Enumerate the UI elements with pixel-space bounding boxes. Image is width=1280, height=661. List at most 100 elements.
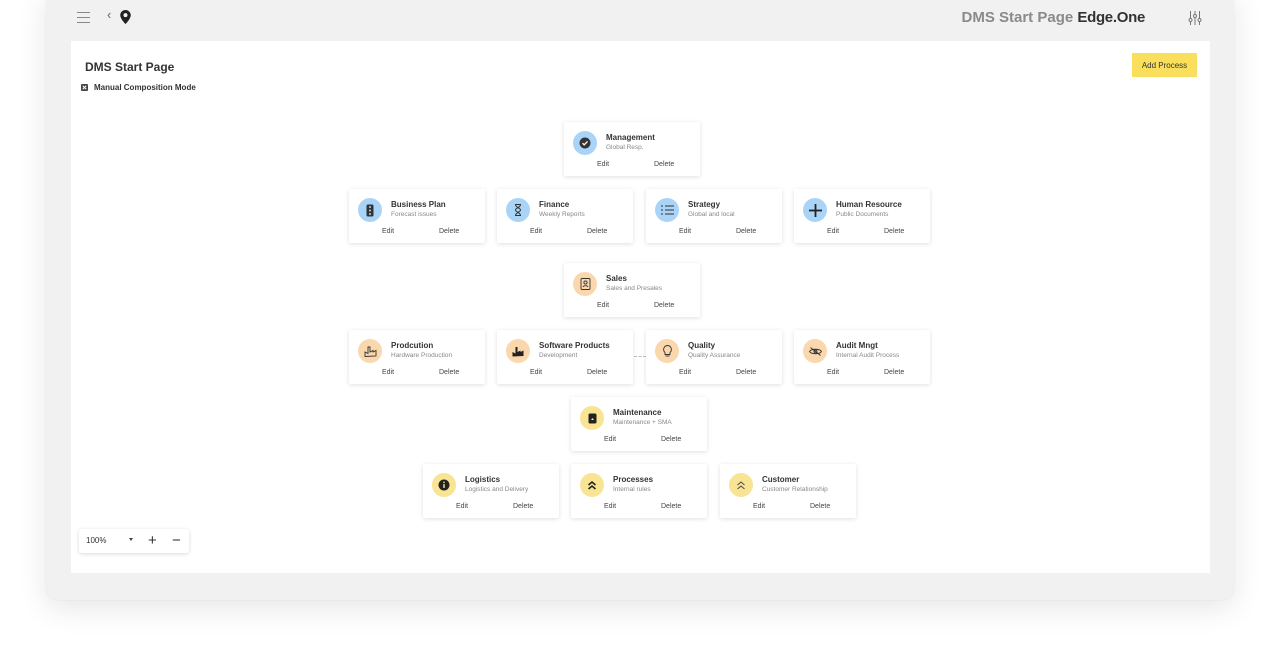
process-card-subtitle: Global Resp. — [606, 144, 644, 151]
eye-off-icon — [803, 339, 827, 363]
delete-link[interactable]: Delete — [513, 503, 533, 510]
delete-link[interactable]: Delete — [736, 228, 756, 235]
delete-link[interactable]: Delete — [884, 228, 904, 235]
delete-link[interactable]: Delete — [810, 503, 830, 510]
process-card[interactable]: Prodcution Hardware Production Edit Delete — [349, 330, 485, 384]
process-card[interactable]: Strategy Global and local Edit Delete — [646, 189, 782, 243]
edit-link[interactable]: Edit — [827, 228, 839, 235]
edit-link[interactable]: Edit — [597, 302, 609, 309]
delete-link[interactable]: Delete — [439, 369, 459, 376]
process-card-subtitle: Quality Assurance — [688, 352, 741, 359]
delete-link[interactable]: Delete — [439, 228, 459, 235]
contact-book-icon — [573, 272, 597, 296]
process-card-subtitle: Hardware Production — [391, 352, 453, 359]
process-card-subtitle: Logistics and Delivery — [465, 486, 529, 493]
traffic-light-icon — [358, 198, 382, 222]
process-card[interactable]: Software Products Development Edit Delete — [497, 330, 633, 384]
edit-link[interactable]: Edit — [679, 228, 691, 235]
manual-composition-checkbox[interactable] — [81, 84, 88, 91]
process-card[interactable]: Business Plan Forecast issues Edit Delete — [349, 189, 485, 243]
add-process-button[interactable]: Add Process — [1132, 53, 1197, 77]
delete-link[interactable]: Delete — [661, 503, 681, 510]
process-card-title: Human Resource — [836, 200, 902, 209]
process-card[interactable]: Logistics Logistics and Delivery Edit Delet… — [423, 464, 559, 518]
delete-link[interactable]: Delete — [736, 369, 756, 376]
zoom-dropdown-caret-icon[interactable] — [129, 538, 133, 541]
factory-outline-icon — [358, 339, 382, 363]
delete-link[interactable]: Delete — [661, 436, 681, 443]
info-icon — [432, 473, 456, 497]
process-card-title: Management — [606, 133, 655, 142]
edit-link[interactable]: Edit — [679, 369, 691, 376]
sliders-icon[interactable] — [1188, 11, 1202, 25]
process-card[interactable]: Audit Mngt Internal Audit Process Edit Dele… — [794, 330, 930, 384]
process-card-subtitle: Maintenance + SMA — [613, 419, 672, 426]
process-card[interactable]: Quality Quality Assurance Edit Delete — [646, 330, 782, 384]
process-card[interactable]: Maintenance Maintenance + SMA Edit Delete — [571, 397, 707, 451]
location-pin-icon[interactable] — [120, 10, 131, 24]
delete-link[interactable]: Delete — [884, 369, 904, 376]
edit-link[interactable]: Edit — [597, 161, 609, 168]
process-card-subtitle: Public Documents — [836, 211, 889, 218]
edit-link[interactable]: Edit — [604, 436, 616, 443]
process-card-title: Prodcution — [391, 341, 434, 350]
process-card-subtitle: Weekly Reports — [539, 211, 585, 218]
process-card-title: Strategy — [688, 200, 721, 209]
process-card[interactable]: Customer Customer Relationship Edit Delete — [720, 464, 856, 518]
process-card-subtitle: Global and local — [688, 211, 735, 218]
zoom-in-button[interactable]: + — [148, 532, 157, 549]
brand-logo-text: Edge.One — [1077, 9, 1145, 26]
process-card-title: Finance — [539, 200, 570, 209]
factory-icon — [506, 339, 530, 363]
back-chevron-icon[interactable]: ‹ — [107, 7, 111, 22]
process-card[interactable]: Finance Weekly Reports Edit Delete — [497, 189, 633, 243]
process-card-subtitle: Customer Relationship — [762, 486, 828, 493]
list-icon — [655, 198, 679, 222]
top-bar: ‹ DMS Start Page Edge.One — [46, 0, 1234, 36]
edit-link[interactable]: Edit — [827, 369, 839, 376]
plus-icon — [803, 198, 827, 222]
process-card-title: Quality — [688, 341, 716, 350]
manual-composition-toggle[interactable]: Manual Composition Mode — [81, 83, 196, 92]
edit-link[interactable]: Edit — [456, 503, 468, 510]
page-title: DMS Start Page — [85, 60, 175, 74]
delete-link[interactable]: Delete — [654, 161, 674, 168]
process-card-title: Processes — [613, 475, 654, 484]
process-card[interactable]: Management Global Resp. Edit Delete — [564, 122, 700, 176]
delete-link[interactable]: Delete — [587, 369, 607, 376]
manual-composition-label: Manual Composition Mode — [94, 83, 196, 92]
clipboard-icon — [580, 406, 604, 430]
process-card-title: Software Products — [539, 341, 610, 350]
edit-link[interactable]: Edit — [604, 503, 616, 510]
process-card-subtitle: Internal Audit Process — [836, 352, 900, 359]
brand-title: DMS Start Page Edge.One — [962, 9, 1146, 26]
hourglass-icon — [506, 198, 530, 222]
process-card-title: Logistics — [465, 475, 501, 484]
delete-link[interactable]: Delete — [654, 302, 674, 309]
process-card-subtitle: Sales and Presales — [606, 285, 663, 292]
process-card-title: Business Plan — [391, 200, 446, 209]
delete-link[interactable]: Delete — [587, 228, 607, 235]
app-window: ‹ DMS Start Page Edge.One DMS Start Page… — [46, 0, 1234, 600]
zoom-control: 100% + − — [79, 529, 189, 553]
zoom-level[interactable]: 100% — [86, 536, 106, 545]
process-card-title: Customer — [762, 475, 800, 484]
process-card-title: Audit Mngt — [836, 341, 878, 350]
process-card[interactable]: Processes Internal rules Edit Delete — [571, 464, 707, 518]
brand-page-name: DMS Start Page — [961, 9, 1074, 26]
edit-link[interactable]: Edit — [530, 369, 542, 376]
edit-link[interactable]: Edit — [753, 503, 765, 510]
process-card-title: Maintenance — [613, 408, 662, 417]
zoom-out-button[interactable]: − — [172, 532, 181, 549]
process-card[interactable]: Human Resource Public Documents Edit Delete — [794, 189, 930, 243]
menu-icon[interactable] — [77, 12, 90, 23]
process-card-subtitle: Forecast issues — [391, 211, 437, 218]
edit-link[interactable]: Edit — [530, 228, 542, 235]
process-card-subtitle: Internal rules — [613, 486, 651, 493]
double-chevron-up-outline-icon — [729, 473, 753, 497]
process-card-title: Sales — [606, 274, 627, 283]
process-card[interactable]: Sales Sales and Presales Edit Delete — [564, 263, 700, 317]
edit-link[interactable]: Edit — [382, 369, 394, 376]
connector-line — [634, 356, 646, 357]
edit-link[interactable]: Edit — [382, 228, 394, 235]
